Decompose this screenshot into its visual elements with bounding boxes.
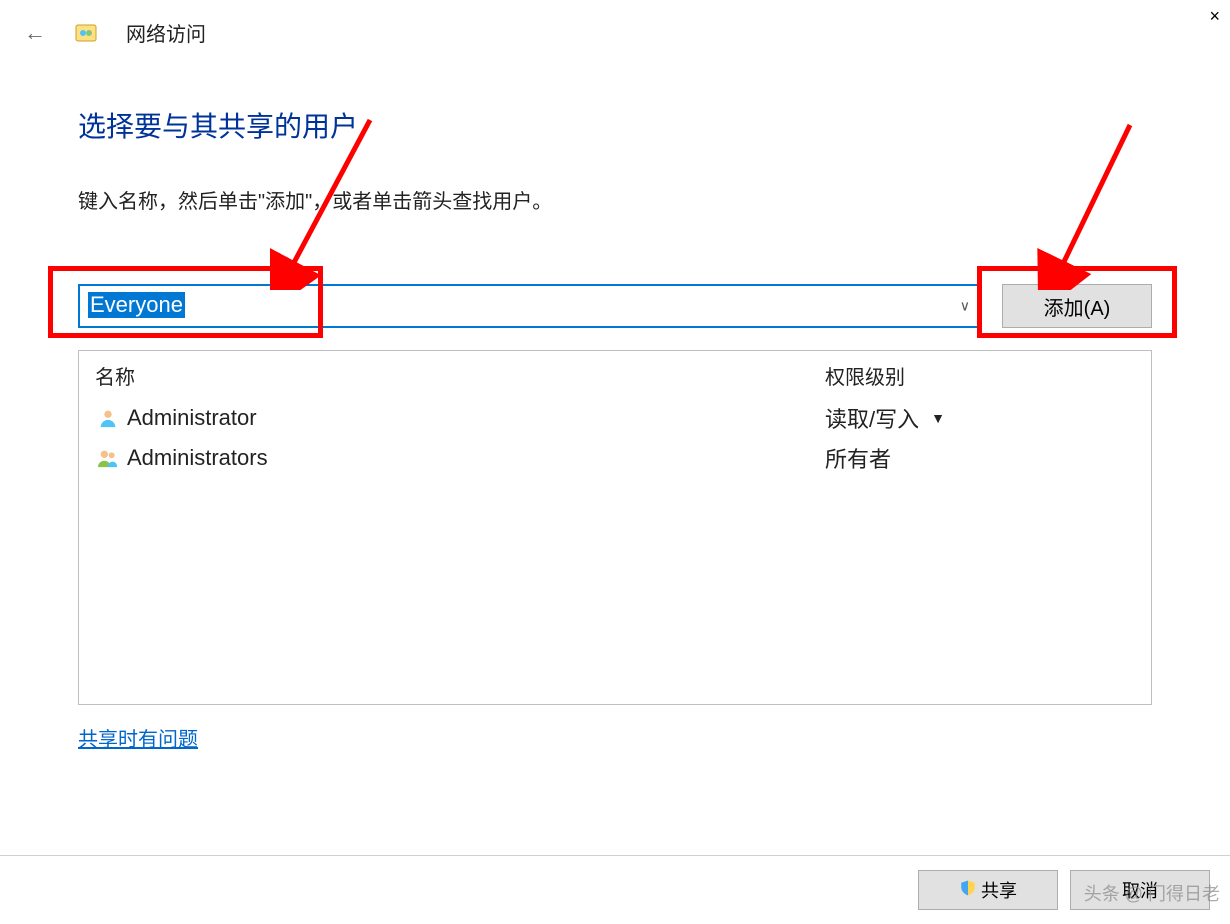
dialog-title: 网络访问 [126,18,206,47]
dialog-footer: 共享 取消 [0,855,1230,924]
row-name-text: Administrators [127,445,268,471]
close-icon[interactable]: × [1209,6,1220,27]
page-heading: 选择要与其共享的用户 [78,105,1152,145]
list-row[interactable]: Administrators 所有者 [79,438,1151,478]
row-name-text: Administrator [127,405,257,431]
user-icon [95,405,121,431]
column-permission-header: 权限级别 [825,361,1135,390]
group-icon [95,445,121,471]
share-button[interactable]: 共享 [918,870,1058,910]
list-header: 名称 权限级别 [79,351,1151,398]
user-input-row: Everyone ∨ 添加(A) [78,284,1152,328]
add-button[interactable]: 添加(A) [1002,284,1152,328]
network-access-icon [74,21,98,45]
help-link[interactable]: 共享时有问题 [78,723,198,752]
permission-dropdown-icon[interactable]: ▼ [931,410,945,426]
row-permission-text: 所有者 [825,442,891,474]
dialog-header: ← 网络访问 [0,0,1230,65]
user-list: 名称 权限级别 Administrator 读取/写入 ▼ Administra… [78,350,1152,705]
column-name-header: 名称 [95,361,825,390]
cancel-button[interactable]: 取消 [1070,870,1210,910]
user-combobox[interactable] [78,284,982,328]
shield-icon [959,879,977,902]
list-row[interactable]: Administrator 读取/写入 ▼ [79,398,1151,438]
share-button-label: 共享 [981,877,1017,903]
page-subtitle: 键入名称，然后单击"添加"，或者单击箭头查找用户。 [78,185,1152,214]
back-arrow-icon[interactable]: ← [24,20,46,46]
row-permission-text: 读取/写入 [825,402,919,434]
